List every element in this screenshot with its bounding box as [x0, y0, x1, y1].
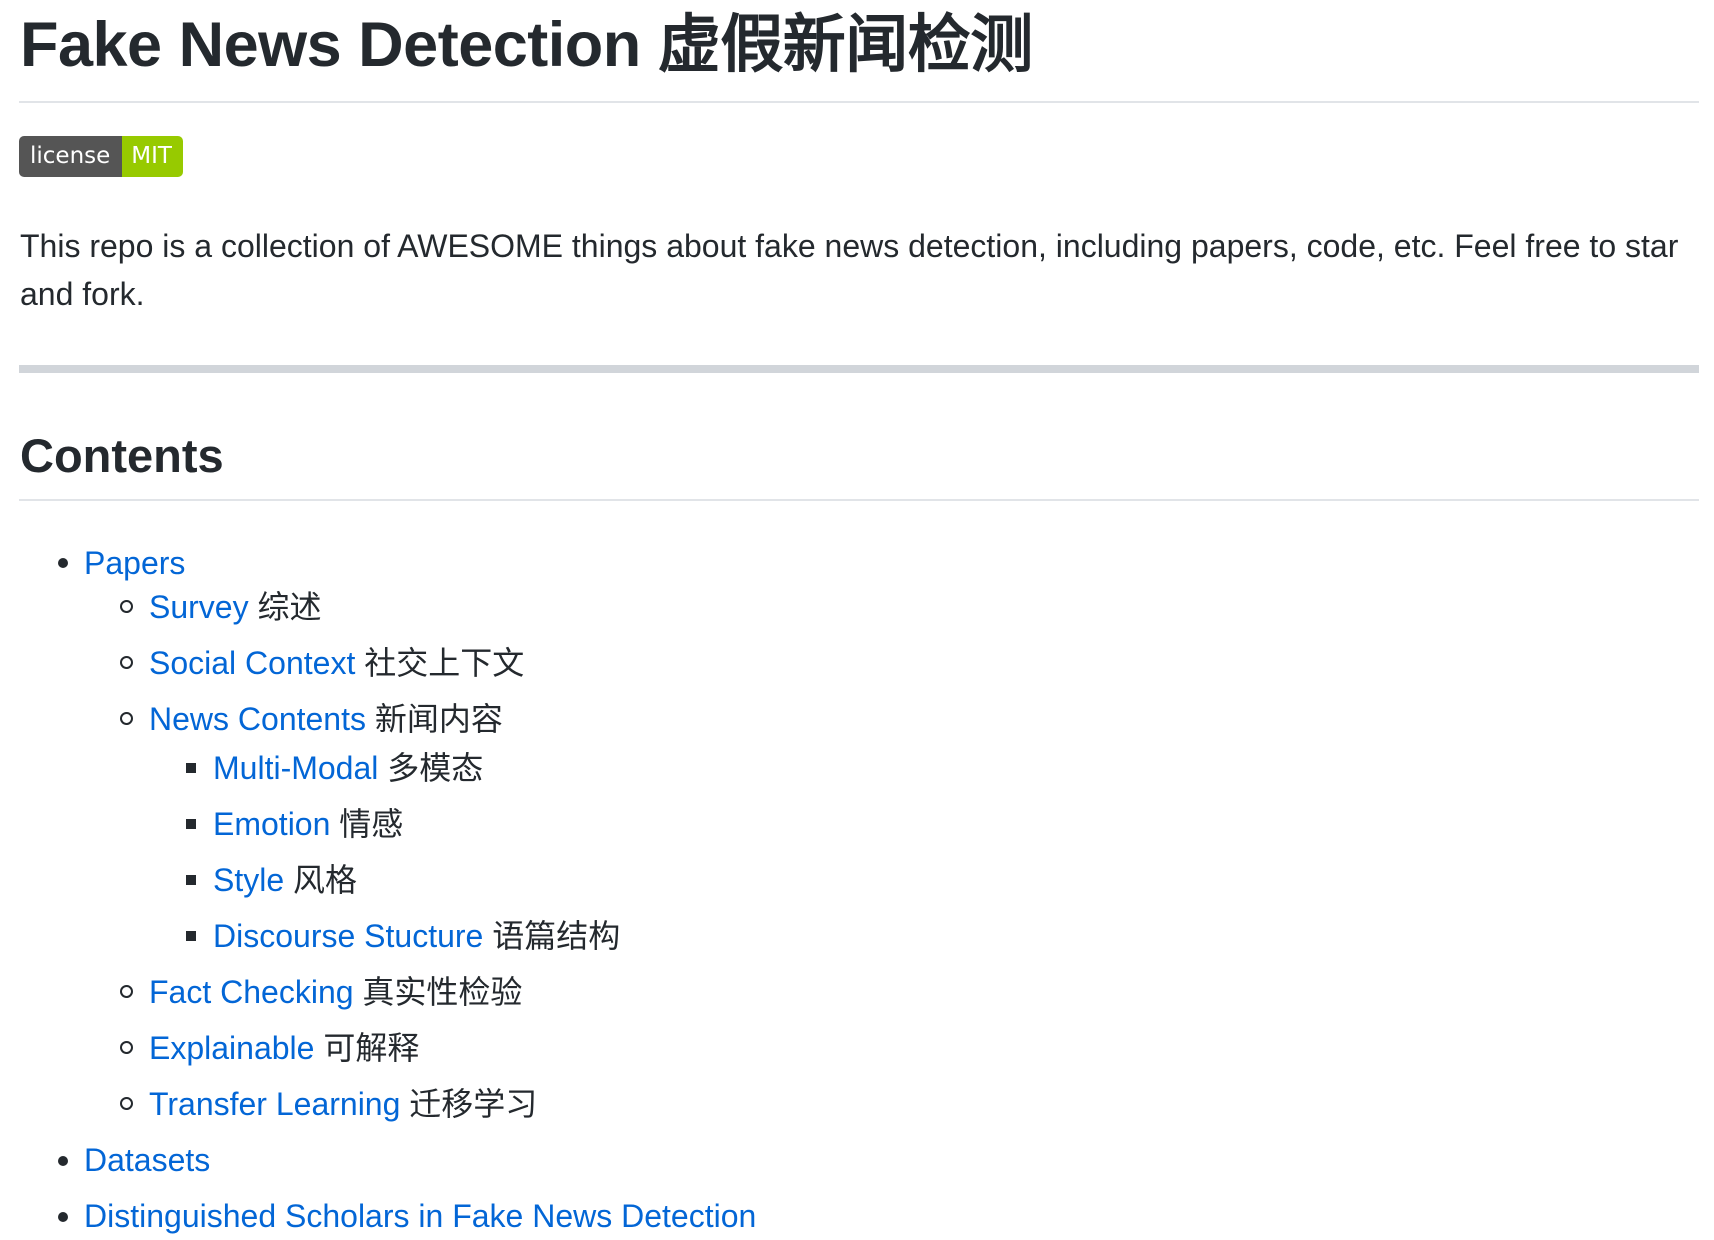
- toc-link-transfer-learning[interactable]: Transfer Learning: [149, 1086, 400, 1122]
- toc-zh-fact-checking: 真实性检验: [362, 973, 523, 1011]
- toc-link-survey[interactable]: Survey: [149, 589, 249, 625]
- bullet-circle: [120, 712, 133, 725]
- bullet-circle: [120, 1097, 133, 1110]
- section-divider: [19, 365, 1699, 373]
- title-divider: [19, 101, 1699, 103]
- bullet-circle: [120, 1041, 133, 1054]
- toc-item-news-contents: News Contents 新闻内容: [149, 695, 503, 743]
- toc-zh-discourse: 语篇结构: [492, 917, 621, 955]
- toc-link-discourse[interactable]: Discourse Stucture: [213, 918, 483, 954]
- page-title: Fake News Detection 虚假新闻检测: [20, 10, 1033, 80]
- bullet-circle: [120, 985, 133, 998]
- badge-label: license: [19, 136, 123, 177]
- toc-link-social-context[interactable]: Social Context: [149, 645, 355, 681]
- toc-item-scholars: Distinguished Scholars in Fake News Dete…: [84, 1192, 756, 1240]
- toc-zh-transfer-learning: 迁移学习: [409, 1085, 538, 1123]
- toc-link-papers[interactable]: Papers: [84, 545, 185, 581]
- toc-item-papers: Papers: [84, 539, 185, 587]
- toc-link-news-contents[interactable]: News Contents: [149, 701, 366, 737]
- toc-link-multi-modal[interactable]: Multi-Modal: [213, 750, 378, 786]
- toc-zh-emotion: 情感: [339, 805, 404, 843]
- bullet-disc: [58, 1212, 68, 1222]
- toc-link-datasets[interactable]: Datasets: [84, 1142, 210, 1178]
- toc-item-style: Style 风格: [213, 856, 357, 904]
- toc-item-social-context: Social Context 社交上下文: [149, 639, 524, 687]
- license-badge[interactable]: license MIT: [19, 136, 183, 177]
- bullet-square: [186, 931, 196, 941]
- toc-zh-style: 风格: [293, 861, 358, 899]
- badge-value: MIT: [122, 136, 183, 177]
- toc-item-datasets: Datasets: [84, 1136, 210, 1184]
- intro-paragraph: This repo is a collection of AWESOME thi…: [20, 228, 1679, 312]
- toc-item-transfer-learning: Transfer Learning 迁移学习: [149, 1080, 537, 1128]
- bullet-circle: [120, 656, 133, 669]
- toc-link-emotion[interactable]: Emotion: [213, 806, 330, 842]
- contents-divider: [19, 499, 1699, 501]
- toc-zh-survey: 综述: [257, 588, 322, 626]
- contents-heading: Contents: [20, 429, 224, 482]
- toc-link-scholars[interactable]: Distinguished Scholars in Fake News Dete…: [84, 1198, 756, 1234]
- toc-item-discourse: Discourse Stucture 语篇结构: [213, 912, 620, 960]
- bullet-circle: [120, 600, 133, 613]
- toc-zh-explainable: 可解释: [323, 1029, 420, 1067]
- toc-link-explainable[interactable]: Explainable: [149, 1030, 314, 1066]
- toc-link-fact-checking[interactable]: Fact Checking: [149, 974, 354, 1010]
- bullet-disc: [58, 558, 68, 568]
- bullet-square: [186, 875, 196, 885]
- toc-item-fact-checking: Fact Checking 真实性检验: [149, 968, 522, 1016]
- bullet-square: [186, 819, 196, 829]
- toc-item-multi-modal: Multi-Modal 多模态: [213, 744, 483, 792]
- toc-link-style[interactable]: Style: [213, 862, 284, 898]
- toc-item-emotion: Emotion 情感: [213, 800, 403, 848]
- readme-page: Fake News Detection 虚假新闻检测 license MIT T…: [0, 0, 1714, 1234]
- toc-item-survey: Survey 综述: [149, 583, 322, 631]
- toc-item-explainable: Explainable 可解释: [149, 1024, 419, 1072]
- toc-zh-social-context: 社交上下文: [364, 644, 525, 682]
- bullet-square: [186, 763, 196, 773]
- bullet-disc: [58, 1156, 68, 1166]
- toc-zh-multi-modal: 多模态: [387, 749, 484, 787]
- toc-zh-news-contents: 新闻内容: [374, 700, 503, 738]
